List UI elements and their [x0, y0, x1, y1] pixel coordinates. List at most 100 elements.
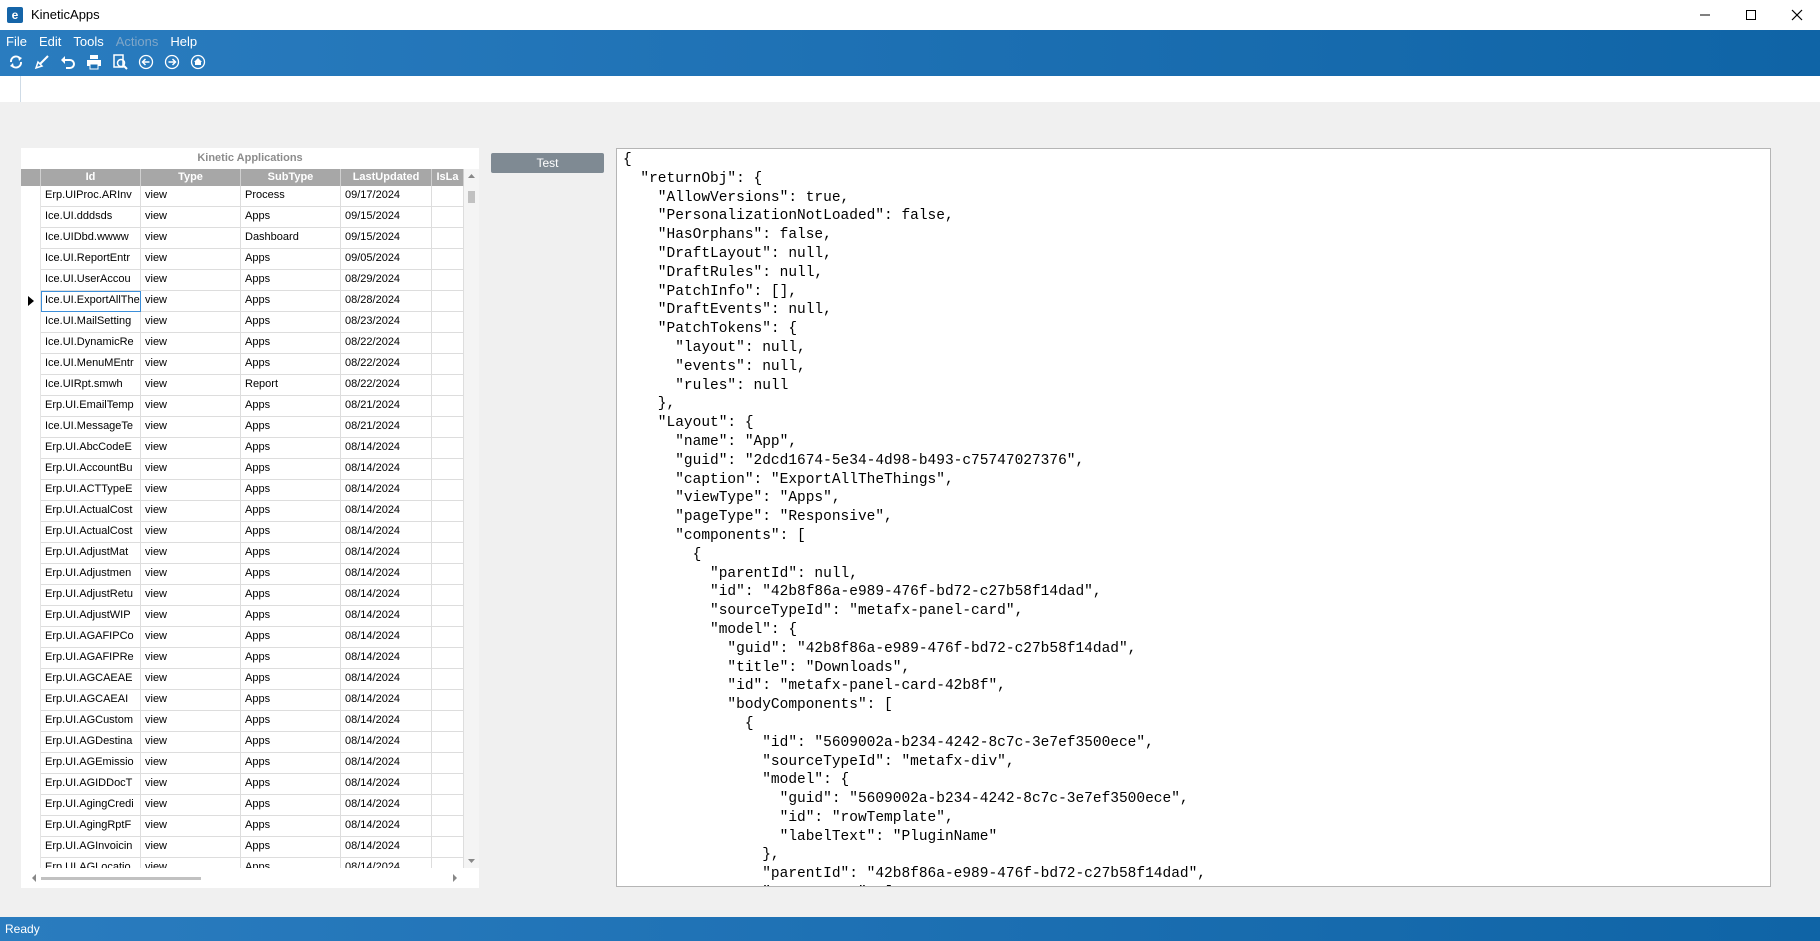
cell-lastupdated[interactable]: 08/29/2024	[341, 270, 432, 291]
refresh-button[interactable]	[5, 52, 27, 72]
row-selector[interactable]	[21, 648, 41, 669]
row-selector[interactable]	[21, 270, 41, 291]
cell-lastupdated[interactable]: 08/14/2024	[341, 480, 432, 501]
cell-type[interactable]: view	[141, 312, 241, 333]
cell-islatest[interactable]	[432, 795, 464, 816]
cell-subtype[interactable]: Apps	[241, 207, 341, 228]
cell-islatest[interactable]	[432, 270, 464, 291]
table-row[interactable]: Erp.UI.AGCAEAE view Apps 08/14/2024	[21, 669, 464, 690]
row-selector[interactable]	[21, 564, 41, 585]
clear-button[interactable]	[31, 52, 53, 72]
back-button[interactable]	[135, 52, 157, 72]
cell-subtype[interactable]: Apps	[241, 585, 341, 606]
menu-help[interactable]: Help	[164, 33, 203, 51]
forward-button[interactable]	[161, 52, 183, 72]
cell-islatest[interactable]	[432, 312, 464, 333]
row-selector[interactable]	[21, 837, 41, 858]
cell-id[interactable]: Ice.UI.ExportAllThe	[41, 291, 141, 312]
cell-islatest[interactable]	[432, 669, 464, 690]
cell-type[interactable]: view	[141, 228, 241, 249]
cell-type[interactable]: view	[141, 480, 241, 501]
cell-type[interactable]: view	[141, 291, 241, 312]
cell-lastupdated[interactable]: 08/21/2024	[341, 396, 432, 417]
cell-subtype[interactable]: Apps	[241, 396, 341, 417]
column-header-islatest[interactable]: IsLa	[432, 169, 464, 186]
table-row[interactable]: Erp.UI.AgingRptF view Apps 08/14/2024	[21, 816, 464, 837]
column-header-type[interactable]: Type	[141, 169, 241, 186]
cell-id[interactable]: Ice.UIDbd.wwww	[41, 228, 141, 249]
cell-type[interactable]: view	[141, 858, 241, 868]
row-selector[interactable]	[21, 585, 41, 606]
print-preview-button[interactable]	[109, 52, 131, 72]
cell-subtype[interactable]: Process	[241, 186, 341, 207]
cell-islatest[interactable]	[432, 186, 464, 207]
row-selector[interactable]	[21, 480, 41, 501]
cell-subtype[interactable]: Apps	[241, 417, 341, 438]
cell-id[interactable]: Erp.UI.AbcCodeE	[41, 438, 141, 459]
cell-id[interactable]: Erp.UI.AgingRptF	[41, 816, 141, 837]
cell-lastupdated[interactable]: 08/14/2024	[341, 669, 432, 690]
grid-horizontal-scrollbar[interactable]	[21, 868, 479, 888]
cell-islatest[interactable]	[432, 522, 464, 543]
cell-id[interactable]: Erp.UI.AccountBu	[41, 459, 141, 480]
cell-id[interactable]: Erp.UI.Adjustmen	[41, 564, 141, 585]
cell-subtype[interactable]: Apps	[241, 354, 341, 375]
home-button[interactable]	[187, 52, 209, 72]
cell-subtype[interactable]: Apps	[241, 333, 341, 354]
cell-id[interactable]: Erp.UI.AdjustMat	[41, 543, 141, 564]
cell-id[interactable]: Erp.UI.AGDestina	[41, 732, 141, 753]
cell-id[interactable]: Erp.UI.ActualCost	[41, 501, 141, 522]
cell-lastupdated[interactable]: 08/14/2024	[341, 732, 432, 753]
cell-islatest[interactable]	[432, 711, 464, 732]
menu-tools[interactable]: Tools	[67, 33, 109, 51]
cell-type[interactable]: view	[141, 648, 241, 669]
cell-id[interactable]: Ice.UI.MailSetting	[41, 312, 141, 333]
row-selector[interactable]	[21, 690, 41, 711]
cell-islatest[interactable]	[432, 291, 464, 312]
cell-id[interactable]: Erp.UI.AGIDDocT	[41, 774, 141, 795]
cell-lastupdated[interactable]: 08/14/2024	[341, 543, 432, 564]
table-row[interactable]: Erp.UI.ACTTypeE view Apps 08/14/2024	[21, 480, 464, 501]
row-selector[interactable]	[21, 417, 41, 438]
cell-islatest[interactable]	[432, 438, 464, 459]
cell-id[interactable]: Erp.UI.AGCAEAE	[41, 669, 141, 690]
row-selector[interactable]	[21, 438, 41, 459]
cell-subtype[interactable]: Apps	[241, 648, 341, 669]
cell-islatest[interactable]	[432, 417, 464, 438]
grid-vertical-scrollbar[interactable]	[464, 169, 479, 868]
cell-islatest[interactable]	[432, 690, 464, 711]
cell-type[interactable]: view	[141, 459, 241, 480]
row-selector[interactable]	[21, 543, 41, 564]
cell-id[interactable]: Erp.UI.AGLocatio	[41, 858, 141, 868]
cell-type[interactable]: view	[141, 816, 241, 837]
cell-islatest[interactable]	[432, 228, 464, 249]
cell-subtype[interactable]: Apps	[241, 732, 341, 753]
cell-subtype[interactable]: Apps	[241, 669, 341, 690]
cell-subtype[interactable]: Apps	[241, 774, 341, 795]
cell-type[interactable]: view	[141, 333, 241, 354]
row-selector[interactable]	[21, 333, 41, 354]
cell-id[interactable]: Erp.UI.ACTTypeE	[41, 480, 141, 501]
row-selector[interactable]	[21, 459, 41, 480]
table-row[interactable]: Ice.UI.DynamicRe view Apps 08/22/2024	[21, 333, 464, 354]
cell-islatest[interactable]	[432, 627, 464, 648]
row-selector[interactable]	[21, 858, 41, 868]
row-selector[interactable]	[21, 711, 41, 732]
row-selector[interactable]	[21, 501, 41, 522]
row-selector[interactable]	[21, 228, 41, 249]
cell-subtype[interactable]: Apps	[241, 522, 341, 543]
cell-id[interactable]: Ice.UIRpt.smwh	[41, 375, 141, 396]
cell-islatest[interactable]	[432, 648, 464, 669]
table-row[interactable]: Erp.UI.AGIDDocT view Apps 08/14/2024	[21, 774, 464, 795]
table-row[interactable]: Ice.UIRpt.smwh view Report 08/22/2024	[21, 375, 464, 396]
cell-lastupdated[interactable]: 08/22/2024	[341, 333, 432, 354]
cell-lastupdated[interactable]: 08/28/2024	[341, 291, 432, 312]
cell-islatest[interactable]	[432, 207, 464, 228]
table-row[interactable]: Ice.UI.ExportAllThe view Apps 08/28/2024	[21, 291, 464, 312]
cell-type[interactable]: view	[141, 417, 241, 438]
row-selector[interactable]	[21, 753, 41, 774]
cell-type[interactable]: view	[141, 543, 241, 564]
cell-lastupdated[interactable]: 08/14/2024	[341, 774, 432, 795]
cell-islatest[interactable]	[432, 543, 464, 564]
cell-lastupdated[interactable]: 08/14/2024	[341, 837, 432, 858]
